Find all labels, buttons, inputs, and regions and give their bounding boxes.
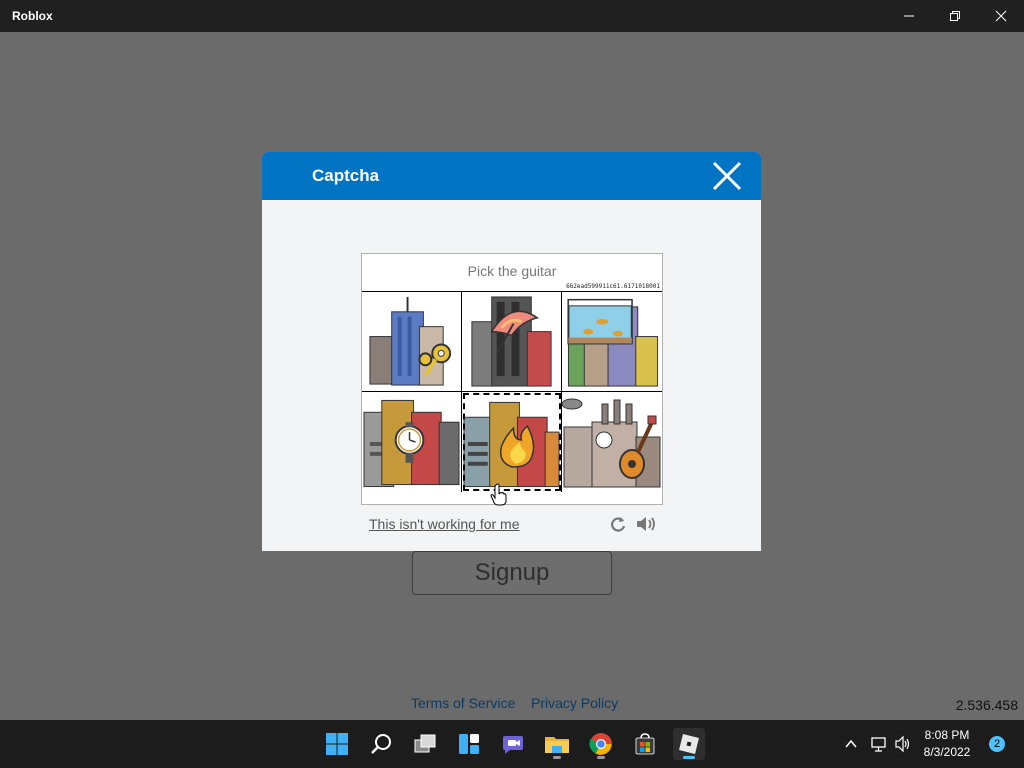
show-hidden-icons-button[interactable] [841, 734, 861, 754]
volume-icon [895, 735, 910, 753]
chevron-up-icon [845, 739, 857, 748]
close-window-button[interactable] [978, 0, 1024, 32]
captcha-tile-umbrella[interactable] [462, 292, 562, 392]
search-icon [371, 734, 391, 754]
close-captcha-button[interactable] [711, 160, 743, 192]
captcha-image-grid [362, 291, 662, 492]
buildings-aquarium-image [567, 298, 659, 387]
taskbar-store-button[interactable] [629, 728, 661, 760]
close-icon [995, 10, 1007, 22]
running-indicator [553, 756, 561, 759]
taskbar-search-button[interactable] [365, 728, 397, 760]
windows-start-icon [326, 733, 348, 755]
network-icon [871, 737, 886, 752]
roblox-icon [679, 734, 699, 754]
window-title: Roblox [12, 9, 53, 23]
hand-cursor-icon [490, 483, 507, 506]
task-view-icon [414, 734, 436, 753]
restore-button[interactable] [932, 0, 978, 32]
store-icon [635, 733, 655, 755]
buildings-umbrella-image [471, 296, 552, 387]
clock-date: 8/3/2022 [923, 745, 971, 759]
running-indicator [597, 756, 605, 759]
captcha-title: Captcha [312, 166, 380, 185]
not-working-link[interactable]: This isn't working for me [369, 516, 520, 532]
taskbar-file-explorer-button[interactable] [541, 728, 573, 760]
version-label: 2.536.458 [955, 697, 1018, 713]
widgets-icon [459, 734, 479, 754]
captcha-challenge: Pick the guitar 662ead599911c61.61710180… [361, 253, 663, 505]
network-status-button[interactable] [869, 734, 889, 754]
restore-icon [950, 11, 960, 21]
taskbar-clock[interactable]: 8:08 PM 8/3/2022 [917, 727, 977, 761]
challenge-id: 662ead599911c61.6171018001 [566, 283, 660, 290]
taskbar-teams-chat-button[interactable] [497, 728, 529, 760]
window-title-bar: Roblox [0, 0, 1024, 32]
captcha-tile-fire[interactable] [462, 392, 562, 492]
taskbar-task-view-button[interactable] [409, 728, 441, 760]
minimize-icon [904, 15, 914, 17]
signup-button[interactable]: Signup [412, 551, 612, 595]
notification-badge[interactable]: 2 [989, 736, 1005, 752]
volume-button[interactable] [893, 734, 913, 754]
audio-icon[interactable] [635, 515, 657, 533]
captcha-footer: This isn't working for me [361, 513, 663, 535]
buildings-fire-image [463, 401, 560, 488]
teams-chat-icon [503, 736, 523, 754]
buildings-key-image [369, 296, 452, 386]
chrome-icon [589, 733, 612, 755]
captcha-modal: Captcha Pick the guitar 662ead599911c61.… [262, 152, 761, 551]
taskbar-roblox-button[interactable] [673, 728, 705, 760]
buildings-watch-image [363, 399, 460, 488]
buildings-guitar-image [562, 398, 661, 488]
taskbar: 8:08 PM 8/3/2022 2 [0, 720, 1024, 768]
taskbar-start-button[interactable] [321, 728, 353, 760]
taskbar-chrome-button[interactable] [585, 728, 617, 760]
active-indicator [683, 756, 695, 759]
captcha-tile-watch[interactable] [362, 392, 462, 492]
terms-of-service-link[interactable]: Terms of Service [411, 695, 515, 711]
privacy-policy-link[interactable]: Privacy Policy [531, 695, 618, 711]
taskbar-widgets-button[interactable] [453, 728, 485, 760]
captcha-tile-key[interactable] [362, 292, 462, 392]
clock-time: 8:08 PM [924, 728, 970, 742]
captcha-prompt: Pick the guitar [467, 263, 557, 279]
minimize-button[interactable] [886, 0, 932, 32]
captcha-header: Captcha [262, 152, 761, 200]
app-content: Signup Terms of Service Privacy Policy 2… [0, 32, 1024, 720]
refresh-icon[interactable] [609, 515, 627, 533]
captcha-tile-aquarium[interactable] [562, 292, 662, 392]
folder-icon [545, 737, 569, 753]
captcha-tile-guitar[interactable] [562, 392, 662, 492]
window-controls [886, 0, 1024, 32]
